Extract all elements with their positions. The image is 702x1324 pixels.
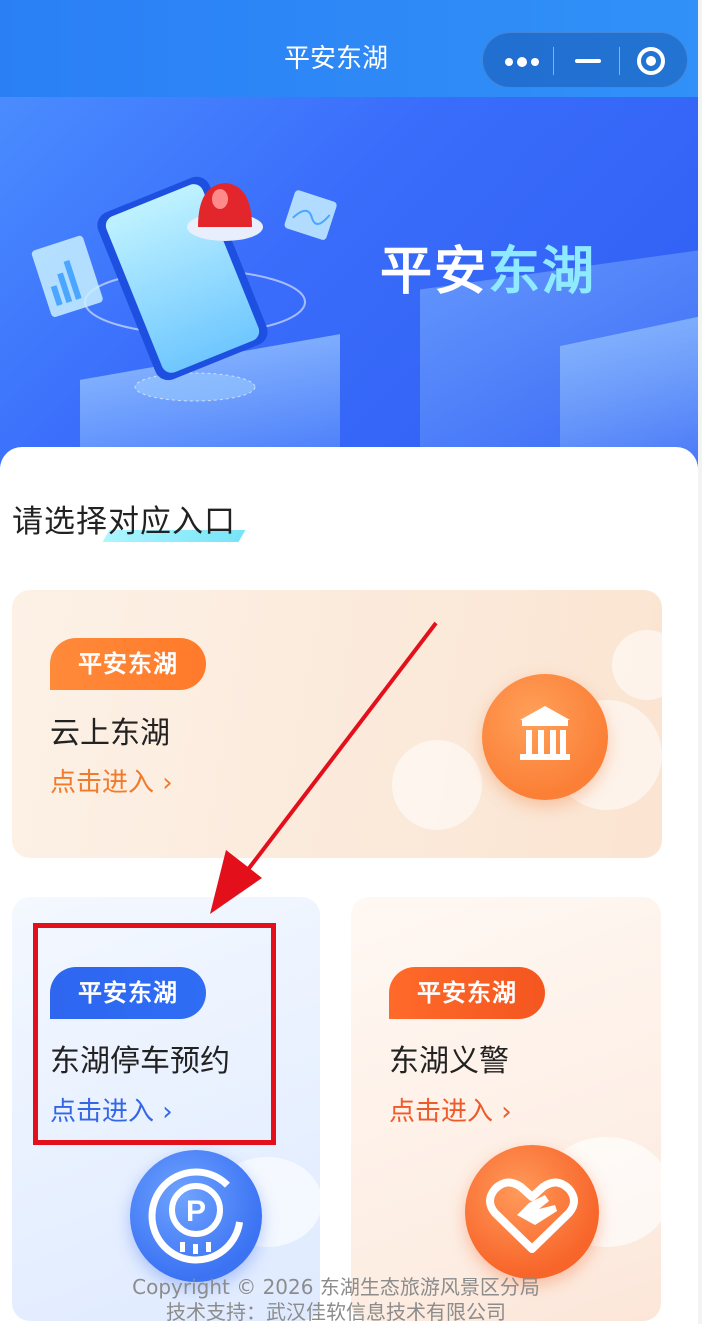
card-title: 云上东湖 — [50, 716, 170, 751]
pavilion-icon — [482, 674, 608, 800]
capsule-divider — [619, 47, 620, 75]
entry-card-volunteer-police[interactable]: 平安东湖 东湖义警 点击进入 › — [351, 897, 661, 1321]
entry-card-cloud-donghu[interactable]: 平安东湖 云上东湖 点击进入 › — [12, 590, 662, 858]
minus-icon — [575, 59, 601, 63]
mini-program-capsule — [482, 32, 688, 88]
capsule-divider — [553, 47, 554, 75]
enter-link[interactable]: 点击进入 › — [50, 766, 173, 800]
more-menu-button[interactable] — [483, 33, 553, 89]
svg-text:P: P — [186, 1195, 206, 1228]
tech-support-text: 技术支持：武汉佳软信息技术有限公司 — [166, 1300, 506, 1324]
card-tag: 平安东湖 — [50, 638, 206, 690]
minimize-button[interactable] — [571, 33, 615, 89]
enter-link[interactable]: 点击进入 › — [389, 1095, 512, 1129]
window-edge — [698, 0, 702, 1324]
phone-alarm-illustration — [31, 176, 337, 402]
close-button[interactable] — [635, 33, 679, 89]
card-tag: 平安东湖 — [389, 967, 545, 1019]
card-title: 东湖义警 — [389, 1044, 509, 1079]
highlight-box — [33, 923, 276, 1145]
banner-title: 平安东湖 — [380, 242, 597, 302]
section-title: 请选择对应入口 — [12, 504, 236, 540]
hero-banner: 平安东湖 — [0, 97, 702, 467]
copyright-text: Copyright © 2026 东湖生态旅游风景区分局 — [132, 1275, 540, 1299]
parking-icon: P — [130, 1150, 262, 1282]
navbar: 平安东湖 — [0, 0, 702, 97]
heart-hand-icon — [465, 1145, 599, 1279]
